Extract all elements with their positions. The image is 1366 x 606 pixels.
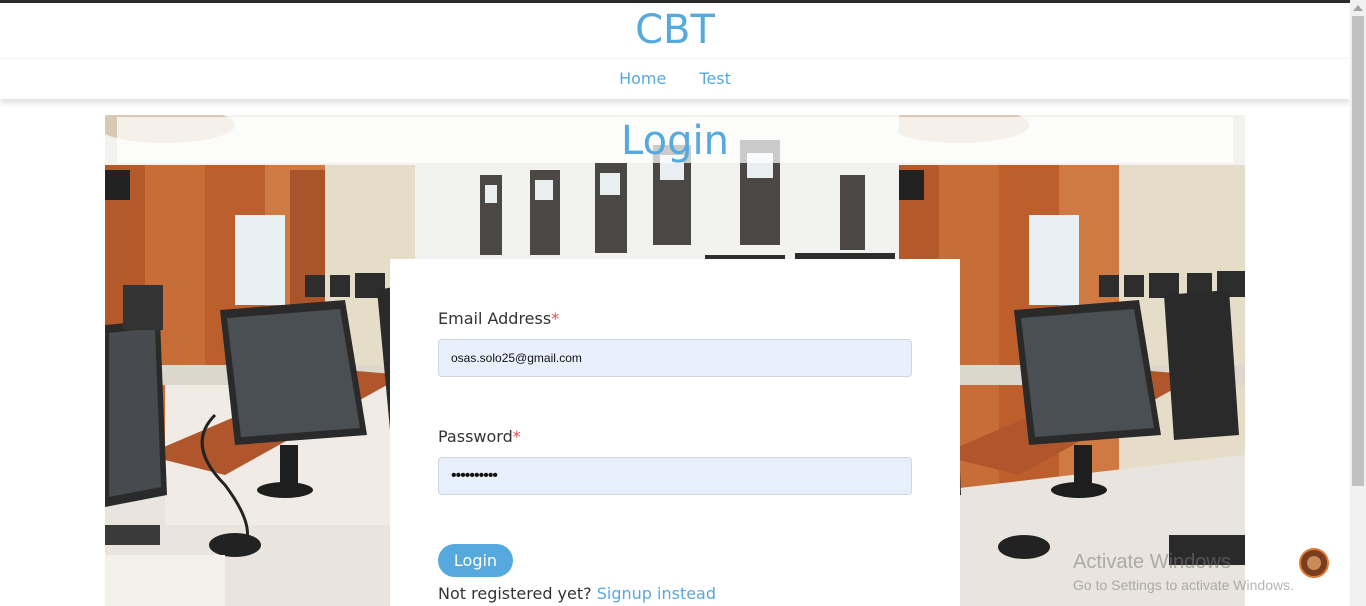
nav-test-link[interactable]: Test (699, 69, 731, 88)
scroll-up-arrow-icon[interactable] (1353, 5, 1363, 11)
signup-link[interactable]: Signup instead (597, 584, 716, 603)
required-mark: * (551, 309, 560, 328)
password-label-text: Password (438, 427, 513, 446)
signup-row: Not registered yet? Signup instead (438, 584, 716, 603)
watermark-title: Activate Windows (1073, 551, 1231, 573)
vertical-scrollbar[interactable] (1350, 0, 1366, 606)
watermark-subtitle: Go to Settings to activate Windows. (1073, 577, 1294, 593)
signup-prompt: Not registered yet? (438, 584, 592, 603)
login-card: Email Address* Password* Login Not regis… (390, 259, 960, 606)
email-field[interactable] (438, 339, 912, 377)
main-nav: Home Test (0, 69, 1350, 88)
password-field[interactable] (438, 457, 912, 495)
header-divider (0, 58, 1350, 59)
email-label: Email Address* (438, 309, 559, 328)
site-header: CBT Home Test (0, 3, 1350, 99)
page-title: Login (621, 118, 729, 164)
site-brand[interactable]: CBT (0, 7, 1350, 53)
scrollbar-thumb[interactable] (1352, 16, 1364, 486)
required-mark: * (512, 427, 521, 446)
login-button[interactable]: Login (438, 544, 513, 577)
password-label: Password* (438, 427, 521, 446)
email-label-text: Email Address (438, 309, 552, 328)
windows-activation-watermark: Activate Windows Go to Settings to activ… (1073, 551, 1294, 595)
assistant-avatar-icon[interactable] (1299, 548, 1329, 578)
avatar-face (1307, 556, 1321, 570)
nav-home-link[interactable]: Home (619, 69, 666, 88)
